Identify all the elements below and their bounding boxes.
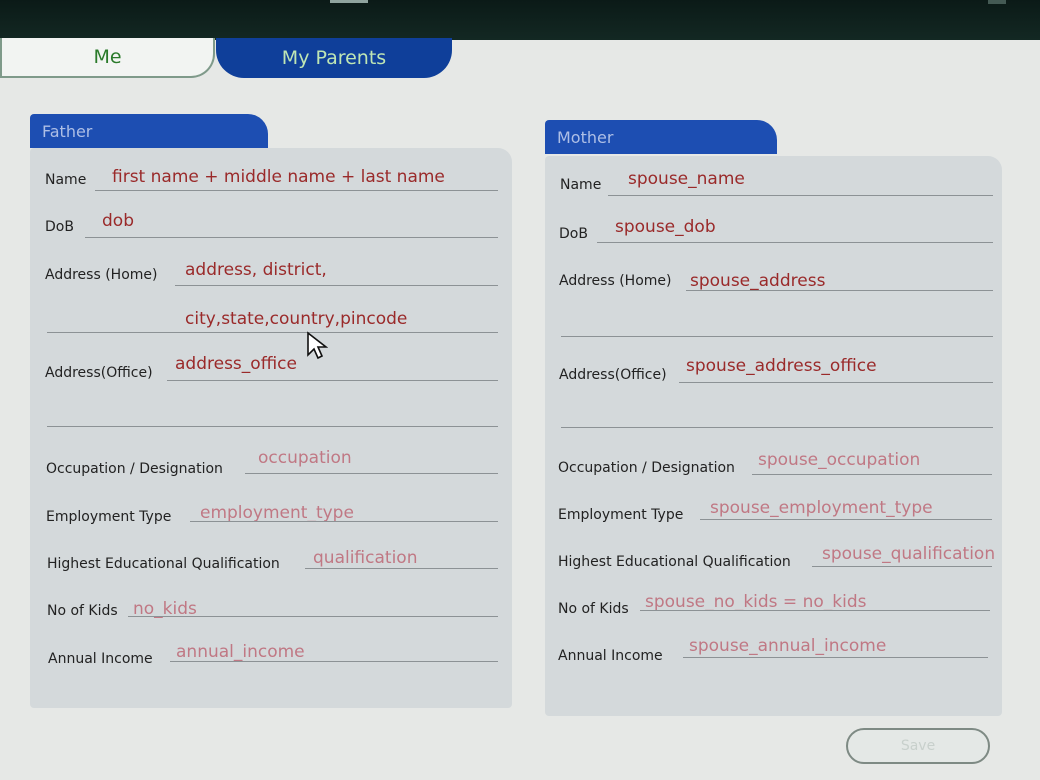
father-employment-type-label: Employment Type — [46, 509, 172, 525]
father-name-label: Name — [45, 172, 87, 188]
tab-my-parents-label: My Parents — [281, 47, 387, 69]
mother-annual-income-label: Annual Income — [558, 648, 663, 664]
father-name-field[interactable]: first name + middle name + last name — [112, 167, 445, 187]
mother-no-of-kids-label: No of Kids — [558, 601, 629, 617]
mother-name-field[interactable]: spouse_name — [628, 169, 745, 189]
father-qualification-label: Highest Educational Qualification — [47, 556, 280, 572]
mother-dob-field[interactable]: spouse_dob — [615, 217, 716, 237]
tab-me[interactable]: Me — [0, 38, 215, 78]
mother-address-home-underline — [686, 290, 993, 291]
father-name-underline — [95, 190, 498, 191]
father-address-office-label: Address(Office) — [45, 365, 153, 381]
father-address-home-field[interactable]: address, district, — [185, 260, 327, 280]
mother-address-home-label: Address (Home) — [559, 273, 672, 289]
mother-dob-label: DoB — [559, 226, 588, 242]
mother-section-title: Mother — [557, 127, 614, 147]
father-employment-type-underline — [190, 521, 498, 522]
mother-name-underline — [608, 195, 993, 196]
mother-employment-type-underline — [700, 519, 992, 520]
top-bar-indicator — [330, 0, 368, 3]
top-bar — [0, 0, 1040, 40]
father-address-office-underline-2 — [47, 426, 498, 427]
mother-address-office-field[interactable]: spouse_address_office — [686, 356, 877, 376]
father-section-title: Father — [42, 121, 93, 141]
mother-qualification-field[interactable]: spouse_qualification — [822, 544, 995, 564]
father-occupation-underline — [245, 473, 498, 474]
father-panel — [30, 148, 512, 708]
father-no-of-kids-label: No of Kids — [47, 603, 118, 619]
father-dob-field[interactable]: dob — [102, 211, 134, 231]
father-address-home-field-line2[interactable]: city,state,country,pincode — [185, 309, 407, 329]
mother-panel — [545, 156, 1002, 716]
save-button-label: Save — [900, 738, 936, 754]
father-occupation-field[interactable]: occupation — [258, 448, 352, 468]
father-employment-type-field[interactable]: employment_type — [200, 503, 354, 523]
father-qualification-underline — [305, 568, 498, 569]
mother-address-home-field[interactable]: spouse_address — [690, 271, 825, 291]
mother-no-of-kids-field[interactable]: spouse_no_kids = no_kids — [645, 592, 866, 612]
mother-address-office-underline — [679, 382, 993, 383]
mother-address-office-label: Address(Office) — [559, 367, 667, 383]
father-address-home-underline-2 — [47, 332, 498, 333]
father-address-office-field[interactable]: address_office — [175, 354, 297, 374]
top-bar-mark — [988, 0, 1006, 4]
father-dob-underline — [85, 237, 498, 238]
father-annual-income-label: Annual Income — [48, 651, 153, 667]
father-annual-income-field[interactable]: annual_income — [176, 642, 305, 662]
tab-me-label: Me — [93, 46, 122, 68]
mother-qualification-label: Highest Educational Qualification — [558, 554, 791, 570]
mother-occupation-label: Occupation / Designation — [558, 460, 735, 476]
father-dob-label: DoB — [45, 219, 74, 235]
mother-employment-type-field[interactable]: spouse_employment_type — [710, 498, 933, 518]
mother-address-office-underline-2 — [561, 427, 993, 428]
mother-occupation-field[interactable]: spouse_occupation — [758, 450, 920, 470]
mother-occupation-underline — [752, 474, 992, 475]
father-occupation-label: Occupation / Designation — [46, 461, 223, 477]
mother-dob-underline — [597, 242, 993, 243]
father-section-header: Father — [30, 114, 268, 148]
mother-employment-type-label: Employment Type — [558, 507, 684, 523]
father-address-home-underline — [175, 285, 498, 286]
mother-no-of-kids-underline — [640, 610, 990, 611]
mother-name-label: Name — [560, 177, 602, 193]
tab-my-parents[interactable]: My Parents — [216, 38, 452, 78]
father-no-of-kids-underline — [128, 616, 498, 617]
mother-qualification-underline — [812, 566, 992, 567]
save-button[interactable]: Save — [846, 728, 990, 764]
mother-annual-income-field[interactable]: spouse_annual_income — [689, 636, 886, 656]
mother-section-header: Mother — [545, 120, 777, 154]
mother-address-home-underline-2 — [561, 336, 993, 337]
mouse-pointer-icon — [306, 331, 329, 361]
father-address-home-label: Address (Home) — [45, 267, 158, 283]
mother-annual-income-underline — [683, 657, 988, 658]
father-annual-income-underline — [170, 661, 498, 662]
father-address-office-underline — [167, 380, 498, 381]
father-qualification-field[interactable]: qualification — [313, 548, 417, 568]
